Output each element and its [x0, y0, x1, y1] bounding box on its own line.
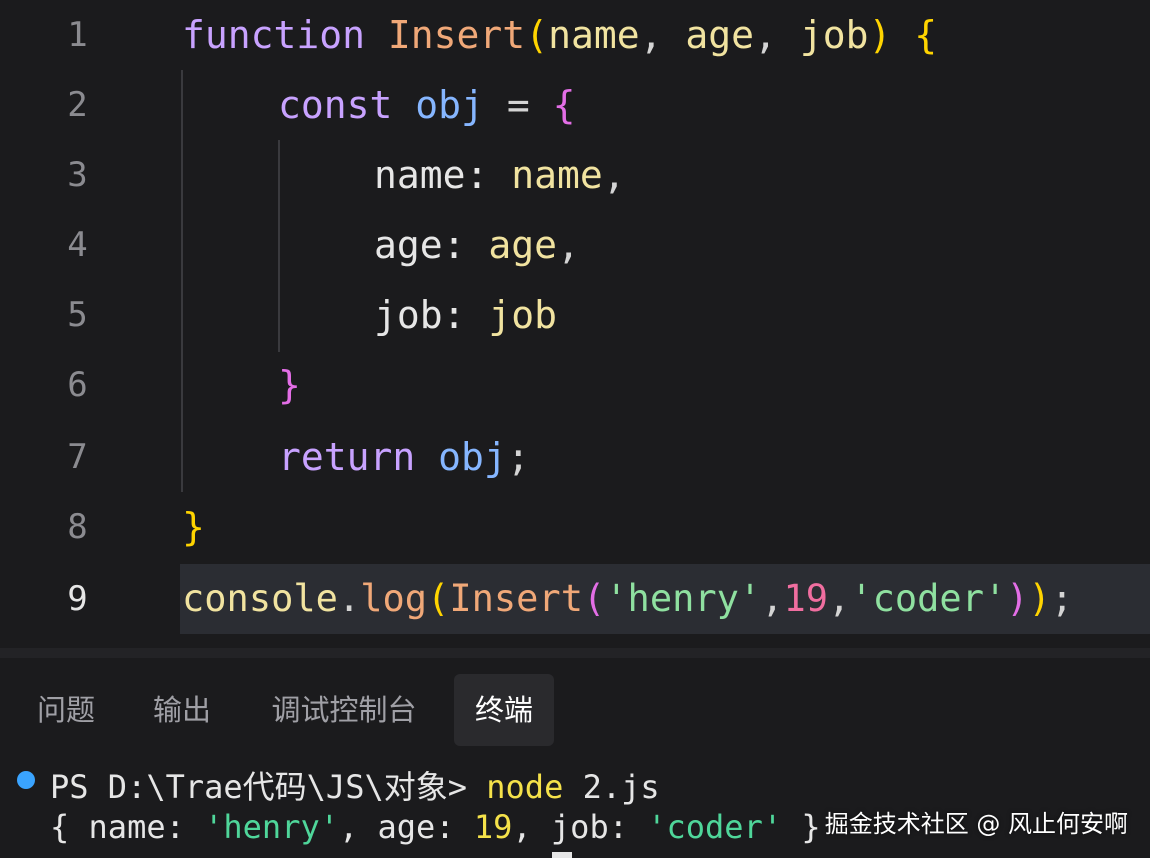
tab-output[interactable]: 输出 [138, 674, 226, 746]
code-text: console.log(Insert('henry',19,'coder')); [182, 577, 1074, 620]
code-line-6[interactable]: 6 } [0, 350, 1150, 420]
code-editor[interactable]: 1 function Insert(name, age, job) { 2 co… [0, 0, 1150, 650]
line-number: 8 [67, 507, 88, 547]
panel-divider[interactable] [0, 648, 1150, 658]
tab-problems[interactable]: 问题 [22, 674, 110, 746]
line-number: 3 [67, 155, 88, 195]
code-text: } [182, 505, 205, 549]
line-number: 2 [67, 85, 88, 125]
code-text: const obj = { [278, 83, 576, 127]
tab-terminal[interactable]: 终端 [454, 674, 554, 746]
code-text: name: name, [374, 153, 626, 197]
code-line-7[interactable]: 7 return obj; [0, 422, 1150, 492]
status-dot-icon [17, 771, 35, 789]
line-number-active: 9 [67, 579, 88, 619]
line-number: 4 [67, 225, 88, 265]
code-text: return obj; [278, 435, 530, 479]
code-text: } [278, 363, 301, 407]
line-number: 7 [67, 437, 88, 477]
code-line-1[interactable]: 1 function Insert(name, age, job) { [0, 0, 1150, 70]
terminal-prompt: PS D:\Trae代码\JS\对象> [50, 768, 467, 806]
code-text: age: age, [374, 223, 580, 267]
terminal-output-line: { name: 'henry', age: 19, job: 'coder' } [50, 808, 821, 846]
line-number: 1 [67, 15, 88, 55]
code-line-3[interactable]: 3 name: name, [0, 140, 1150, 210]
terminal-command-line[interactable]: PS D:\Trae代码\JS\对象> node 2.js [50, 762, 660, 808]
line-number: 5 [67, 295, 88, 335]
code-text: job: job [374, 293, 558, 337]
code-line-9[interactable]: 9 console.log(Insert('henry',19,'coder')… [0, 564, 1150, 634]
watermark: 掘金技术社区 @ 风止何安啊 [824, 810, 1128, 838]
code-line-2[interactable]: 2 const obj = { [0, 70, 1150, 140]
terminal-arg: 2.js [582, 768, 660, 806]
code-text: function Insert(name, age, job) { [182, 13, 938, 57]
terminal-cursor [552, 852, 572, 858]
code-line-8[interactable]: 8 } [0, 492, 1150, 562]
line-number: 6 [67, 365, 88, 405]
terminal-command: node [486, 768, 564, 806]
code-line-5[interactable]: 5 job: job [0, 280, 1150, 350]
code-line-4[interactable]: 4 age: age, [0, 210, 1150, 280]
tab-debug-console[interactable]: 调试控制台 [256, 674, 432, 746]
